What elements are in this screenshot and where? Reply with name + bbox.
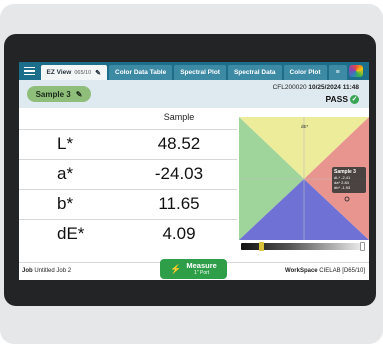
column-header: Sample [163,112,195,122]
device-id: CFL200020 [272,84,307,91]
row-value: -24.03 [154,164,204,183]
row-value: 11.65 [158,194,200,213]
tab-spectral-data[interactable]: Spectral Data [227,65,282,80]
color-wheel-logo [348,65,363,77]
job-value: Untitled Job 2 [34,268,72,274]
workspace-value: CIELAB [D65/10] [319,268,365,274]
plot-top-label: dE* [301,124,309,129]
workspace-label: WorkSpace [285,268,318,274]
tab-label: Spectral Plot [180,69,220,76]
tab-label: EZ View [46,69,72,76]
pencil-icon: ✎ [75,89,83,99]
pencil-icon[interactable]: ✎ [95,69,101,77]
sliders-icon[interactable]: ≡ [328,65,347,80]
status-badge: PASS ✓ [325,94,359,104]
color-difference-plot[interactable]: dE* Sample 3 dL* -2.41 da* 2.84 db* -1.9… [239,117,369,240]
table-row: L* 48.52 [19,129,237,159]
sample-header: Sample 3 ✎ CFL200020 10/25/2024 11:48 PA… [19,80,369,108]
datetime: 10/25/2024 11:48 [308,84,359,91]
tab-bar: EZ View 065/10 ✎ Color Data Table Spectr… [19,62,369,80]
status-text: PASS [325,94,348,104]
sample-label: Sample 3 [35,89,71,99]
tab-color-plot[interactable]: Color Plot [283,65,327,80]
row-label: b* [57,194,74,213]
slider-end-handle[interactable] [360,242,365,251]
tooltip-line: db* -1.93 [334,185,351,190]
hamburger-icon[interactable] [19,62,41,80]
tab-label: Color Data Table [115,69,167,76]
tab-label: Color Plot [289,69,321,76]
lightning-icon: ⚡ [170,263,182,274]
tab-sub-label: 065/10 [74,69,92,76]
row-label: dE* [57,224,85,243]
row-label: a* [57,164,74,183]
lightness-slider[interactable] [241,242,365,251]
tab-color-data-table[interactable]: Color Data Table [109,65,173,80]
row-label: L* [57,134,74,153]
row-value: 4.09 [162,224,196,243]
table-row: a* -24.03 [19,159,237,189]
measure-sub-label: 1" Port [194,269,210,276]
workspace-info: WorkSpace CIELAB [D65/10] [285,268,365,274]
device-screen: EZ View 065/10 ✎ Color Data Table Spectr… [19,62,369,280]
table-row: b* 11.65 [19,189,237,219]
row-value: 48.52 [157,134,201,153]
device-info: CFL200020 10/25/2024 11:48 [273,84,359,91]
tab-ez-view[interactable]: EZ View 065/10 ✎ [40,65,108,80]
measure-button[interactable]: ⚡ Measure 1" Port [160,259,227,279]
tab-label: Spectral Data [233,69,276,76]
table-row: dE* 4.09 [19,219,237,249]
check-circle-icon: ✓ [350,94,359,104]
job-info: Job Untitled Job 2 [22,268,71,274]
sample-selector-button[interactable]: Sample 3 ✎ [27,86,91,102]
tab-spectral-plot[interactable]: Spectral Plot [174,65,226,80]
color-data-table: Sample L* 48.52 a* -24.03 b* 11.65 dE* 4… [19,108,237,250]
measure-label: Measure [186,261,217,271]
job-label: Job [22,268,33,274]
slider-thumb[interactable] [258,242,264,251]
measure-text: Measure 1" Port [186,262,216,276]
plot-svg: dE* Sample 3 dL* -2.41 da* 2.84 db* -1.9… [239,117,369,240]
